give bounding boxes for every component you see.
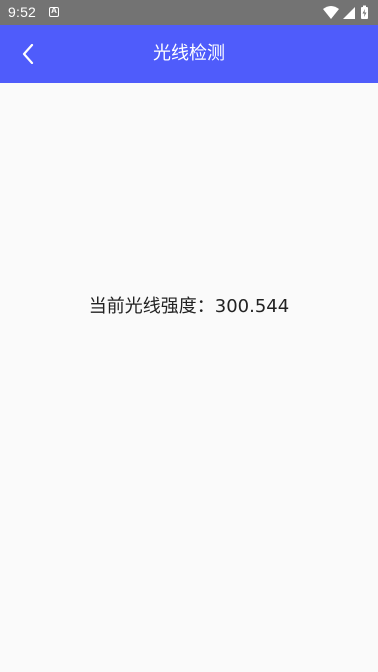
main-content: 当前光线强度：300.544: [0, 83, 378, 672]
status-bar: 9:52 A: [0, 0, 378, 25]
status-time: 9:52: [8, 4, 37, 20]
page-title: 光线检测: [153, 43, 225, 64]
signal-icon: [343, 7, 355, 19]
a-icon: A: [49, 6, 59, 17]
status-icons: [323, 5, 369, 20]
light-intensity-reading: 当前光线强度：300.544: [0, 296, 378, 318]
wifi-icon: [323, 6, 339, 19]
app-bar: 光线检测: [0, 25, 378, 83]
battery-icon: [361, 5, 368, 19]
light-intensity-label: 当前光线强度：: [88, 296, 215, 317]
light-intensity-value: 300.544: [214, 296, 290, 317]
